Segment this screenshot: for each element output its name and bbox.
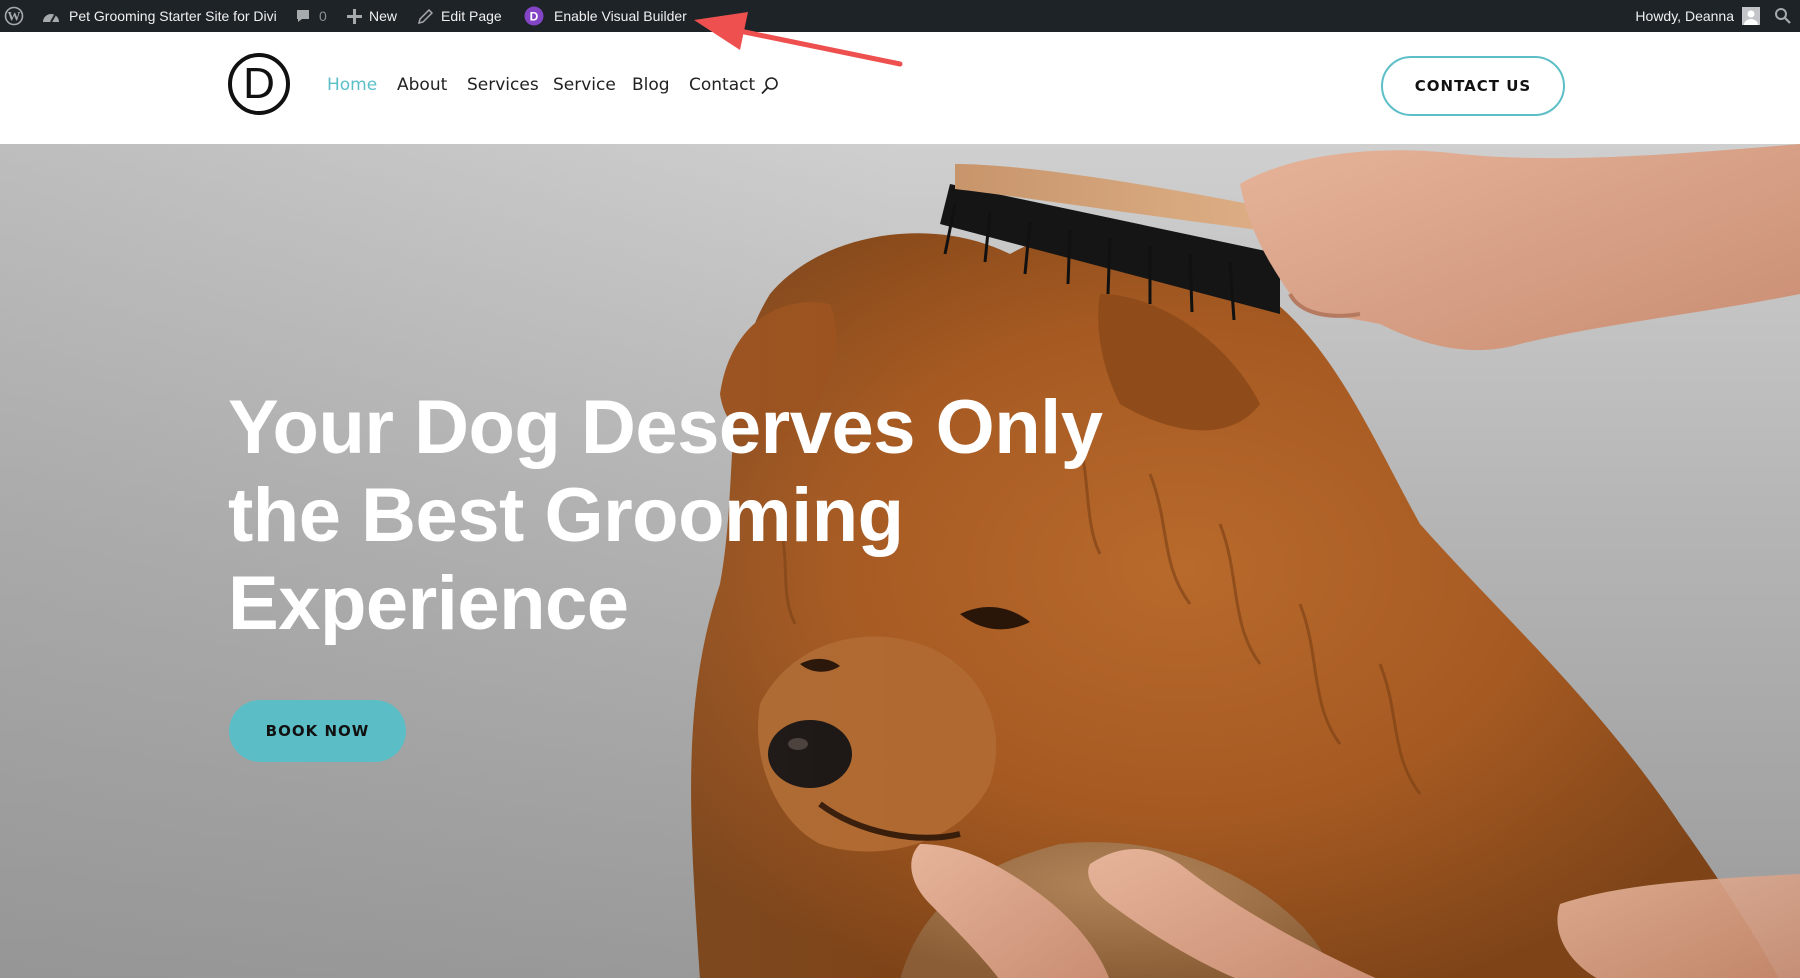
- edit-page-label: Edit Page: [441, 8, 502, 24]
- logo-letter: D: [243, 59, 275, 109]
- new-content-link[interactable]: New: [347, 0, 397, 32]
- nav-item-blog[interactable]: Blog: [632, 75, 670, 95]
- comments-link[interactable]: 0: [295, 0, 327, 32]
- site-name: Pet Grooming Starter Site for Divi: [69, 8, 277, 24]
- contact-us-button[interactable]: CONTACT US: [1381, 56, 1565, 116]
- admin-bar: W Pet Grooming Starter Site for Divi 0 N…: [0, 0, 1800, 32]
- search-icon[interactable]: [1774, 0, 1792, 32]
- edit-page-link[interactable]: Edit Page: [418, 0, 502, 32]
- plus-icon: [347, 9, 362, 24]
- enable-visual-builder-link[interactable]: D Enable Visual Builder: [524, 0, 687, 32]
- site-header: D Home About Services Service Blog Conta…: [0, 32, 1800, 144]
- svg-text:W: W: [8, 9, 21, 24]
- nav-item-about[interactable]: About: [397, 75, 447, 95]
- book-now-button[interactable]: BOOK NOW: [229, 700, 406, 762]
- nav-item-contact[interactable]: Contact: [689, 75, 755, 95]
- nav-item-home[interactable]: Home: [327, 75, 377, 95]
- dashboard-icon: [42, 8, 60, 24]
- new-label: New: [369, 8, 397, 24]
- site-logo[interactable]: D: [228, 53, 290, 115]
- greeting: Howdy, Deanna: [1635, 8, 1734, 24]
- account-menu[interactable]: Howdy, Deanna: [1635, 0, 1760, 32]
- nav-item-services[interactable]: Services: [467, 75, 539, 95]
- site-name-link[interactable]: Pet Grooming Starter Site for Divi: [42, 0, 277, 32]
- visual-builder-label: Enable Visual Builder: [554, 8, 687, 24]
- wordpress-icon[interactable]: W: [4, 0, 26, 32]
- hero-section: Your Dog Deserves Only the Best Grooming…: [0, 144, 1800, 980]
- hero-title: Your Dog Deserves Only the Best Grooming…: [228, 384, 1108, 648]
- pencil-icon: [418, 9, 433, 24]
- svg-text:D: D: [530, 10, 539, 24]
- nav-item-service[interactable]: Service: [553, 75, 616, 95]
- divi-icon: D: [524, 6, 544, 26]
- comment-icon: [295, 8, 311, 24]
- comments-count: 0: [319, 8, 327, 24]
- nav-search-icon[interactable]: [760, 76, 780, 101]
- avatar: [1742, 7, 1760, 25]
